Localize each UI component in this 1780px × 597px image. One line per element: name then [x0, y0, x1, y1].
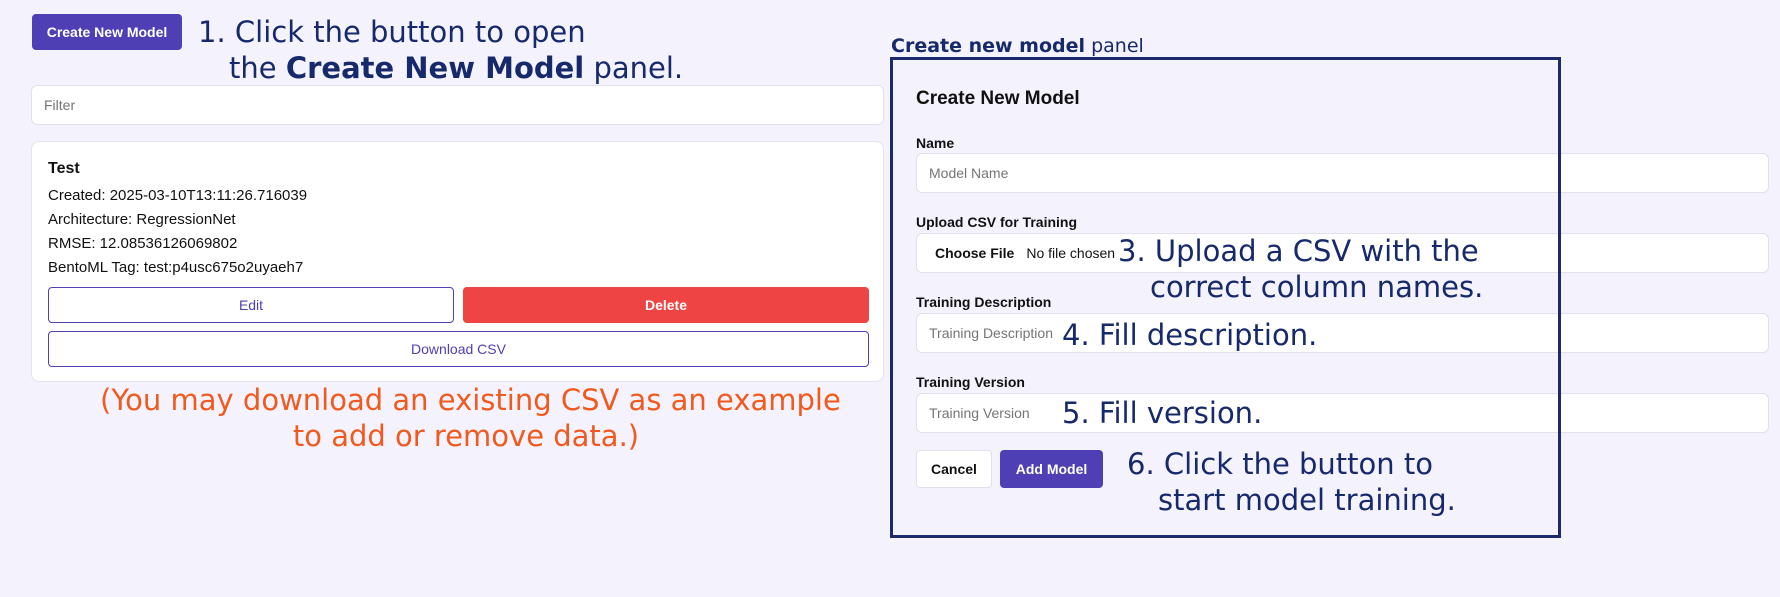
step5-annotation: 5. Fill version.	[1062, 396, 1263, 430]
step1-mid-text: the	[229, 51, 286, 85]
step1-annotation: 1. Click the button to open the Create N…	[198, 14, 683, 86]
step1-bold-text: Create New Model	[285, 51, 585, 85]
csv-note-line1: (You may download an existing CSV as an …	[100, 383, 841, 417]
model-card-name: Test	[48, 160, 80, 177]
step6-line2: start model training.	[1158, 483, 1456, 517]
step1-line2: the Create New Model panel.	[198, 50, 683, 86]
delete-button[interactable]: Delete	[463, 287, 869, 323]
model-architecture: Architecture: RegressionNet	[48, 211, 236, 228]
step6-annotation: 6. Click the button to start model train…	[1127, 446, 1456, 518]
step6-line1: 6. Click the button to	[1127, 447, 1434, 481]
create-new-model-button[interactable]: Create New Model	[32, 14, 182, 50]
model-card: Test Created: 2025-03-10T13:11:26.716039…	[31, 141, 884, 382]
csv-note-line2: to add or remove data.)	[292, 419, 640, 453]
filter-input[interactable]	[31, 85, 884, 125]
model-rmse: RMSE: 12.08536126069802	[48, 235, 238, 252]
step3-annotation: 3. Upload a CSV with the correct column …	[1118, 233, 1483, 305]
step4-annotation: 4. Fill description.	[1062, 318, 1318, 352]
step1-suffix-text: panel.	[584, 51, 684, 85]
step3-line1: 3. Upload a CSV with the	[1118, 234, 1479, 268]
panel-caption: Create new model panel	[891, 35, 1144, 57]
csv-example-note: (You may download an existing CSV as an …	[100, 382, 841, 454]
model-created: Created: 2025-03-10T13:11:26.716039	[48, 187, 308, 204]
step1-line1: 1. Click the button to open	[198, 15, 586, 49]
download-csv-button[interactable]: Download CSV	[48, 331, 869, 367]
model-bento-tag: BentoML Tag: test:p4usc675o2uyaeh7	[48, 259, 304, 276]
edit-button[interactable]: Edit	[48, 287, 454, 323]
panel-caption-rest: panel	[1085, 35, 1144, 57]
panel-caption-bold: Create new model	[891, 35, 1086, 57]
step3-line2: correct column names.	[1150, 270, 1484, 304]
